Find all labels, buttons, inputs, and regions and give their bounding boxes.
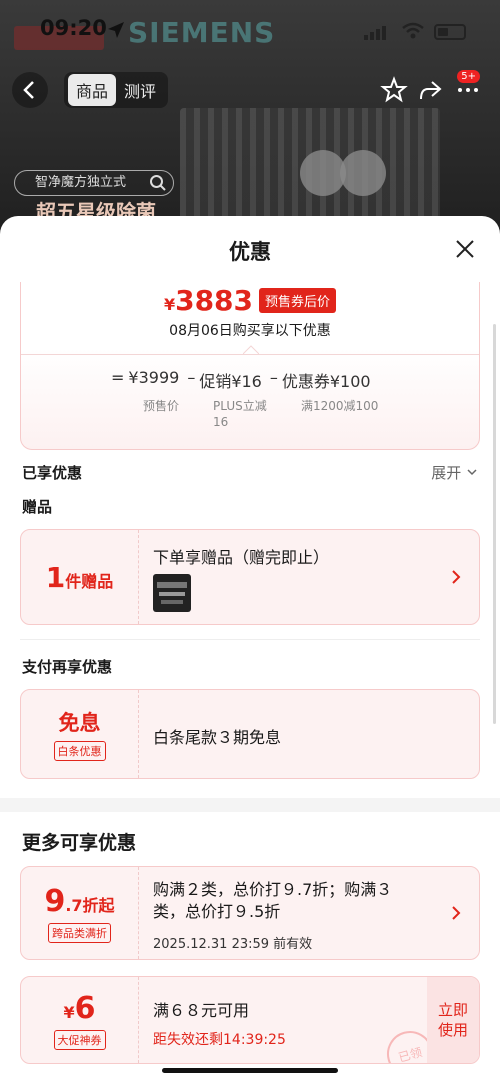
base-price-label: 预售价 [143, 399, 180, 413]
discount-rate-small: .7折起 [65, 895, 115, 915]
discount-type-tag: 跨品类满折 [48, 922, 111, 943]
gift-title: 下单享赠品（赠完即止） [153, 548, 330, 567]
location-arrow-icon [108, 22, 124, 38]
interest-free-card[interactable]: 免息 白条优惠 白条尾款３期免息 [20, 689, 480, 779]
use-now-line2: 使用 [437, 1021, 468, 1039]
more-discounts-title: 更多可享优惠 [22, 832, 137, 854]
cross-category-discount-card[interactable]: 9.7折起 跨品类满折 购满２类，总价打９.7折；购满３ 类，总价打９.5折 2… [20, 866, 480, 960]
gift-count-value: 1件赠品 [46, 561, 114, 594]
product-tag-label: 智净魔方独立式 [35, 175, 127, 190]
divider [21, 354, 479, 355]
scrollbar[interactable] [493, 324, 496, 724]
share-icon [420, 81, 442, 100]
payment-discount-label: 支付再享优惠 [22, 658, 113, 676]
status-bar: 09:20 [0, 0, 500, 60]
gift-label: 赠品 [22, 498, 53, 516]
gift-details: 下单享赠品（赠完即止） [153, 530, 449, 624]
interest-free-badge: 免息 白条优惠 [21, 690, 139, 778]
chevron-down-icon [467, 469, 477, 476]
product-tag: 智净魔方独立式 [14, 170, 174, 196]
sheet-title: 优惠 [229, 240, 271, 264]
purchase-date-text: 08月06日购买享以下优惠 [169, 323, 331, 339]
enjoyed-discounts-label: 已享优惠 [22, 464, 83, 482]
close-icon[interactable] [454, 238, 476, 260]
minus-sign: – [187, 368, 196, 387]
chevron-right-icon [452, 906, 461, 920]
chevron-right-icon [452, 570, 461, 584]
discount-rate-big: 9 [44, 883, 66, 919]
coupon-label: 满1200减100 [301, 399, 379, 413]
gift-count-number: 1 [45, 560, 66, 594]
base-price: ¥3999 [128, 368, 180, 387]
use-now-button[interactable]: 立即 使用 [427, 977, 479, 1063]
share-button[interactable] [412, 72, 448, 108]
section-separator [0, 798, 500, 812]
gift-card[interactable]: 1件赠品 下单享赠品（赠完即止） [20, 529, 480, 625]
use-now-line1: 立即 [437, 1001, 468, 1019]
discount-expiry: 2025.12.31 23:59 前有效 [153, 937, 313, 952]
gift-thumbnail [153, 574, 191, 612]
discount-rule: 购满２类，总价打９.7折；购满３ 类，总价打９.5折 [153, 879, 392, 923]
price-type-badge: 预售券后价 [259, 288, 337, 313]
back-button[interactable] [12, 72, 48, 108]
promo-label-line1: PLUS立减 [213, 399, 267, 413]
use-now-label: 立即 使用 [438, 1000, 468, 1040]
discount-rule-line1: 购满２类，总价打９.7折；购满３ [153, 880, 393, 899]
divider-notch [243, 345, 259, 354]
discount-rule-line2: 类，总价打９.5折 [153, 902, 281, 921]
coupon-currency: ¥ [63, 1002, 75, 1022]
gift-count: 1件赠品 [21, 530, 139, 624]
price-calculation: = ¥3999 – 促销¥16 – 优惠券¥100 [111, 368, 375, 392]
discount-sheet: 优惠 ¥ 3883 预售券后价 08月06日购买享以下优惠 = ¥3999 – … [0, 216, 500, 1081]
expand-toggle[interactable]: 展开 [431, 462, 478, 483]
favorite-button[interactable] [376, 72, 412, 108]
discount-details: 购满２类，总价打９.7折；购满３ 类，总价打９.5折 2025.12.31 23… [153, 867, 449, 959]
minus-sign: – [269, 368, 278, 387]
coupon-condition: 满６８元可用 [153, 1001, 250, 1020]
baitiao-tag: 白条优惠 [53, 741, 106, 761]
home-indicator[interactable] [162, 1068, 338, 1073]
equals-sign: = [111, 368, 125, 387]
discount-badge: 9.7折起 跨品类满折 [21, 867, 139, 959]
more-button[interactable]: 5+ [450, 70, 486, 108]
plate-shape [340, 150, 386, 196]
price-breakdown-card: ¥ 3883 预售券后价 08月06日购买享以下优惠 = ¥3999 – 促销¥… [20, 282, 480, 450]
currency-symbol: ¥ [163, 295, 176, 314]
search-icon [150, 175, 166, 191]
nav-tabs: 商品 测评 [64, 72, 169, 108]
star-icon [380, 76, 408, 103]
gift-image-icon [157, 582, 187, 604]
expand-label: 展开 [431, 464, 462, 482]
divider [20, 639, 480, 640]
tab-product[interactable]: 商品 [68, 74, 117, 106]
top-navigation: 商品 测评 5+ [0, 70, 500, 110]
chevron-left-icon [23, 81, 34, 99]
coupon-value-badge: ¥6 大促神券 [21, 977, 139, 1063]
discount-rate: 9.7折起 [44, 884, 114, 919]
coupon-card: ¥6 大促神券 满６８元可用 距失效还剩14:39:25 已领 立即 使用 [20, 976, 480, 1064]
promo-label: PLUS立减 16 [213, 398, 267, 430]
tab-review[interactable]: 测评 [116, 74, 164, 106]
coupon-discount: 优惠券¥100 [281, 372, 371, 391]
promo-label-line2: 16 [213, 415, 229, 429]
interest-free-title: 免息 [58, 711, 101, 735]
interest-free-details: 白条尾款３期免息 [153, 690, 449, 778]
coupon-amount: 6 [74, 990, 96, 1026]
gift-count-unit: 件赠品 [65, 571, 114, 591]
promo-discount: 促销¥16 [199, 372, 262, 391]
notification-badge: 5+ [457, 70, 480, 83]
battery-icon [434, 24, 466, 40]
interest-free-text: 白条尾款３期免息 [153, 728, 282, 747]
signal-icon [364, 26, 386, 40]
status-time: 09:20 [40, 16, 107, 40]
coupon-type-tag: 大促神券 [53, 1029, 106, 1050]
coupon-countdown: 距失效还剩14:39:25 [153, 1032, 286, 1048]
wifi-icon [402, 22, 424, 39]
coupon-value: ¥6 [63, 991, 95, 1026]
final-price-row: ¥ 3883 预售券后价 [21, 284, 479, 317]
final-price: 3883 [175, 284, 254, 317]
